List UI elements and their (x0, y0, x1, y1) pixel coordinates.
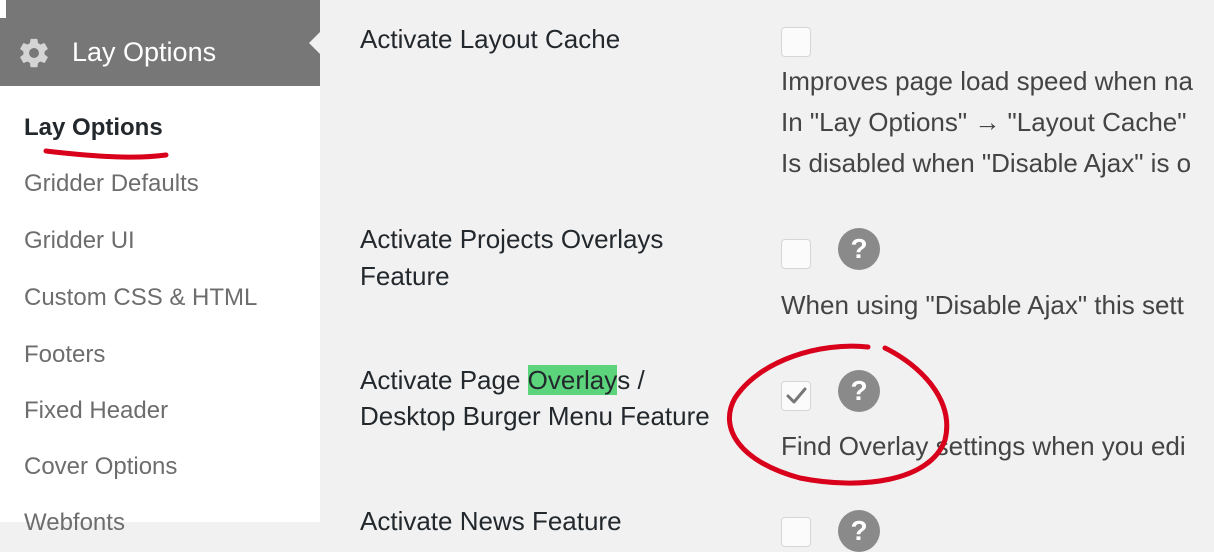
menu-corner (0, 0, 6, 18)
sidebar-item-gridder-defaults[interactable]: Gridder Defaults (24, 170, 199, 198)
gear-icon (20, 38, 48, 68)
setting-label: Activate Projects Overlays (360, 224, 664, 254)
sidebar-item-lay-options[interactable]: Lay Options (24, 114, 163, 142)
search-highlight: Overlay (527, 365, 618, 395)
help-icon[interactable]: ? (838, 228, 880, 270)
setting-description-line: Improves page load speed when na (781, 66, 1193, 96)
checkmark-icon (786, 387, 807, 404)
layout-cache-checkbox[interactable] (781, 27, 811, 57)
setting-label: Activate Page Overlays / (360, 362, 645, 399)
admin-sidebar: Lay Options Lay Options Gridder Defaults… (0, 0, 321, 536)
help-icon[interactable]: ? (838, 370, 880, 412)
red-circle-annotation (727, 343, 950, 486)
sidebar-item-gridder-ui[interactable]: Gridder UI (24, 227, 135, 255)
menu-title: Lay Options (72, 37, 217, 67)
setting-description: When using "Disable Ajax" this sett (781, 290, 1184, 320)
current-menu-arrow (309, 31, 321, 55)
sidebar-item-fixed-header[interactable]: Fixed Header (24, 397, 168, 425)
projects-overlays-checkbox[interactable] (781, 239, 811, 269)
label-text: s / (617, 365, 645, 395)
setting-description-line: Is disabled when "Disable Ajax" is o (781, 148, 1192, 178)
sidebar-item-footers[interactable]: Footers (24, 341, 105, 369)
label-text: Activate Page (360, 365, 528, 395)
sidebar-item-custom-css-html[interactable]: Custom CSS & HTML (24, 284, 257, 312)
sidebar-item-cover-options[interactable]: Cover Options (24, 453, 177, 481)
setting-label: Activate Layout Cache (360, 24, 621, 54)
setting-description: Find Overlay settings when you edi (781, 431, 1186, 461)
help-icon[interactable]: ? (838, 510, 880, 552)
setting-label: Desktop Burger Menu Feature (360, 401, 710, 431)
lay-options-menu-header[interactable]: Lay Options (0, 0, 321, 86)
setting-description-line: In "Lay Options" → "Layout Cache" (781, 107, 1187, 137)
setting-label: Feature (360, 261, 450, 291)
sidebar-item-webfonts[interactable]: Webfonts (24, 509, 125, 537)
page-overlays-checkbox[interactable] (781, 381, 811, 411)
